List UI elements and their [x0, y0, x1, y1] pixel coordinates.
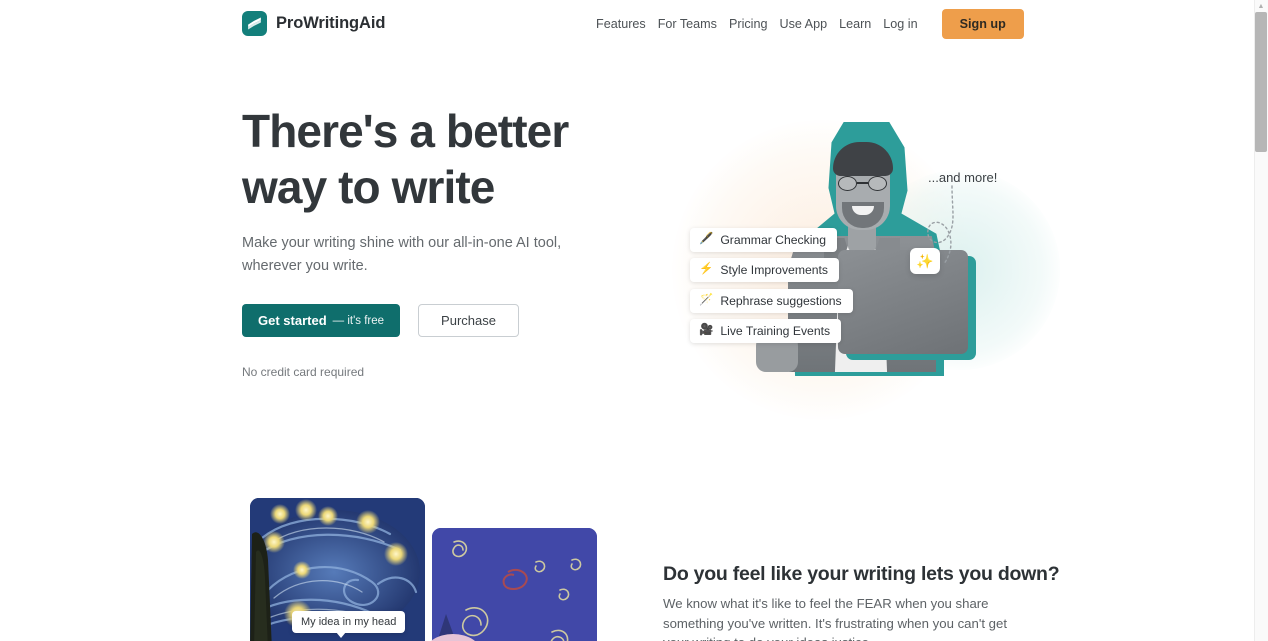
scrollbar-up-arrow-icon[interactable]: ▲ [1254, 0, 1268, 12]
feature-pill-style-improvements: ⚡ Style Improvements [690, 258, 840, 282]
feather-pen-icon: 🖋️ [699, 233, 714, 246]
stacked-pages-logo-icon [242, 11, 267, 36]
feature-pill-label: Rephrase suggestions [720, 294, 842, 308]
feature-pill-grammar-checking: 🖋️ Grammar Checking [690, 228, 837, 252]
main-navigation: Features For Teams Pricing Use App Learn… [596, 0, 1024, 48]
page-scrollbar-thumb[interactable] [1255, 12, 1267, 152]
artwork-comparison: My idea in my head [242, 490, 602, 641]
magic-wand-icon: 🪄 [699, 294, 714, 307]
feature-pill-label: Style Improvements [720, 263, 829, 277]
video-camera-icon: 🎥 [699, 324, 714, 337]
nav-link-use-app[interactable]: Use App [779, 11, 827, 37]
dotted-curved-arrow-icon [927, 185, 954, 265]
hero-cta-row: Get started — it's free Purchase [242, 304, 519, 337]
my-idea-tooltip: My idea in my head [292, 611, 406, 638]
eyeglasses-bridge [857, 182, 868, 184]
nav-link-features[interactable]: Features [596, 11, 646, 37]
site-header: ProWritingAid Features For Teams Pricing… [0, 0, 1254, 48]
get-started-sublabel: — it's free [332, 314, 385, 327]
feature-pill-live-training-events: 🎥 Live Training Events [690, 319, 842, 343]
eyeglasses-right-lens-icon [868, 176, 887, 191]
nav-link-learn[interactable]: Learn [839, 11, 871, 37]
person-hair [833, 142, 893, 176]
section-title: Do you feel like your writing lets you d… [663, 563, 1060, 585]
nav-link-pricing[interactable]: Pricing [729, 11, 768, 37]
section-body: We know what it's like to feel the FEAR … [663, 596, 1008, 641]
get-started-button[interactable]: Get started — it's free [242, 304, 401, 337]
feature-pill-label: Live Training Events [720, 324, 831, 338]
feature-pill-rephrase-suggestions: 🪄 Rephrase suggestions [690, 289, 853, 313]
lightning-bolt-icon: ⚡ [699, 263, 714, 276]
eyeglasses-left-lens-icon [838, 176, 857, 191]
brand-name: ProWritingAid [276, 14, 386, 32]
get-started-label: Get started [258, 313, 327, 328]
childlike-doodle-card [432, 528, 597, 641]
sign-up-button[interactable]: Sign up [941, 8, 1024, 40]
hero-illustration: ✨ ...and more! 🖋️ Grammar Checking ⚡ Sty… [660, 100, 1020, 382]
hero-title: There's a better way to write [242, 105, 569, 213]
hero-subtitle: Make your writing shine with our all-in-… [242, 235, 562, 274]
nav-link-log-in[interactable]: Log in [883, 11, 917, 37]
and-more-annotation: ...and more! [928, 170, 998, 185]
landing-page: ProWritingAid Features For Teams Pricing… [0, 0, 1268, 641]
nav-link-for-teams[interactable]: For Teams [658, 11, 717, 37]
purchase-button[interactable]: Purchase [418, 304, 519, 337]
no-credit-card-note: No credit card required [242, 365, 365, 379]
brand-logo-link[interactable]: ProWritingAid [242, 11, 385, 36]
feature-pill-label: Grammar Checking [720, 233, 826, 247]
